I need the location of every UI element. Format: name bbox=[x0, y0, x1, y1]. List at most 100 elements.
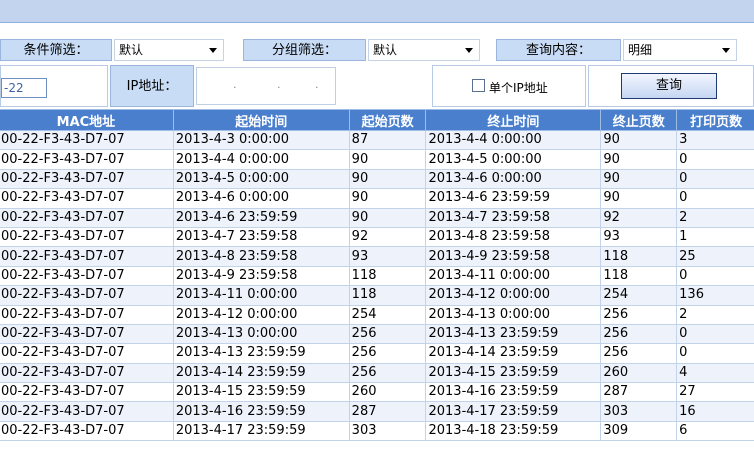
cell-end-time: 2013-4-7 23:59:58 bbox=[425, 207, 602, 228]
ip-label: IP地址： bbox=[110, 65, 194, 107]
cell-mac: 00-22-F3-43-D7-07 bbox=[0, 246, 174, 267]
cell-mac: 00-22-F3-43-D7-07 bbox=[0, 129, 174, 151]
cell-start-time: 2013-4-3 0:00:00 bbox=[172, 129, 350, 151]
cell-start-pages: 118 bbox=[348, 265, 427, 287]
cell-start-pages: 118 bbox=[348, 285, 427, 306]
cell-end-time: 2013-4-9 23:59:58 bbox=[425, 246, 602, 267]
cell-mac: 00-22-F3-43-D7-07 bbox=[0, 285, 174, 306]
cell-start-pages: 254 bbox=[348, 304, 427, 325]
table-row[interactable]: 00-22-F3-43-D7-07 2013-4-13 0:00:00 256 201… bbox=[0, 323, 754, 345]
top-banner bbox=[0, 0, 754, 23]
col-header-start-pages[interactable]: 起始页数 bbox=[348, 109, 427, 131]
cell-end-pages: 309 bbox=[600, 420, 678, 442]
cell-end-time: 2013-4-14 23:59:59 bbox=[425, 343, 602, 364]
condition-filter-select[interactable]: 默认 bbox=[114, 39, 224, 61]
ip-address-input[interactable]: . . . bbox=[196, 67, 336, 105]
cell-start-time: 2013-4-17 23:59:59 bbox=[172, 420, 350, 442]
cell-printed-pages: 0 bbox=[676, 188, 754, 209]
cell-start-time: 2013-4-13 23:59:59 bbox=[172, 343, 350, 364]
cell-start-pages: 303 bbox=[348, 420, 427, 442]
cell-end-time: 2013-4-6 23:59:59 bbox=[425, 188, 602, 209]
col-header-end-time[interactable]: 终止时间 bbox=[425, 109, 602, 131]
cell-start-pages: 90 bbox=[348, 188, 427, 209]
ip-separator: . bbox=[277, 78, 281, 91]
cell-printed-pages: 0 bbox=[676, 149, 754, 170]
cell-start-pages: 256 bbox=[348, 343, 427, 364]
cell-start-time: 2013-4-6 23:59:59 bbox=[172, 207, 350, 228]
table-row[interactable]: 00-22-F3-43-D7-07 2013-4-8 23:59:58 93 2013… bbox=[0, 246, 754, 267]
cell-start-pages: 93 bbox=[348, 246, 427, 267]
table-row[interactable]: 00-22-F3-43-D7-07 2013-4-17 23:59:59 303 20… bbox=[0, 420, 754, 442]
cell-start-time: 2013-4-13 0:00:00 bbox=[172, 323, 350, 345]
table-row[interactable]: 00-22-F3-43-D7-07 2013-4-9 23:59:58 118 201… bbox=[0, 265, 754, 287]
cell-end-pages: 90 bbox=[600, 149, 678, 170]
cell-start-time: 2013-4-5 0:00:00 bbox=[172, 168, 350, 190]
cell-printed-pages: 0 bbox=[676, 265, 754, 287]
cell-end-time: 2013-4-12 0:00:00 bbox=[425, 285, 602, 306]
single-ip-checkbox[interactable] bbox=[472, 79, 485, 92]
col-header-mac[interactable]: MAC地址 bbox=[0, 109, 174, 131]
cell-mac: 00-22-F3-43-D7-07 bbox=[0, 188, 174, 209]
cell-end-time: 2013-4-17 23:59:59 bbox=[425, 401, 602, 422]
cell-printed-pages: 16 bbox=[676, 401, 754, 422]
cell-end-pages: 90 bbox=[600, 168, 678, 190]
table-row[interactable]: 00-22-F3-43-D7-07 2013-4-16 23:59:59 287 20… bbox=[0, 401, 754, 422]
condition-filter-label: 条件筛选： bbox=[0, 39, 112, 61]
cell-end-time: 2013-4-13 23:59:59 bbox=[425, 323, 602, 345]
table-row[interactable]: 00-22-F3-43-D7-07 2013-4-11 0:00:00 118 201… bbox=[0, 285, 754, 306]
cell-end-time: 2013-4-18 23:59:59 bbox=[425, 420, 602, 442]
cell-start-pages: 87 bbox=[348, 129, 427, 151]
cell-mac: 00-22-F3-43-D7-07 bbox=[0, 382, 174, 403]
cell-end-pages: 93 bbox=[600, 226, 678, 248]
cell-start-pages: 256 bbox=[348, 323, 427, 345]
cell-end-time: 2013-4-15 23:59:59 bbox=[425, 362, 602, 384]
table-row[interactable]: 00-22-F3-43-D7-07 2013-4-12 0:00:00 254 201… bbox=[0, 304, 754, 325]
cell-printed-pages: 1 bbox=[676, 226, 754, 248]
cell-printed-pages: 0 bbox=[676, 168, 754, 190]
cell-start-time: 2013-4-15 23:59:59 bbox=[172, 382, 350, 403]
cell-mac: 00-22-F3-43-D7-07 bbox=[0, 226, 174, 248]
cell-end-pages: 90 bbox=[600, 129, 678, 151]
cell-mac: 00-22-F3-43-D7-07 bbox=[0, 343, 174, 364]
cell-printed-pages: 0 bbox=[676, 323, 754, 345]
cell-mac: 00-22-F3-43-D7-07 bbox=[0, 401, 174, 422]
table-row[interactable]: 00-22-F3-43-D7-07 2013-4-6 23:59:59 90 2013… bbox=[0, 207, 754, 228]
table-row[interactable]: 00-22-F3-43-D7-07 2013-4-13 23:59:59 256 20… bbox=[0, 343, 754, 364]
group-filter-select[interactable]: 默认 bbox=[368, 39, 480, 61]
table-header-row: MAC地址 起始时间 起始页数 终止时间 终止页数 打印页数 bbox=[0, 109, 754, 131]
cell-end-pages: 118 bbox=[600, 265, 678, 287]
table-row[interactable]: 00-22-F3-43-D7-07 2013-4-6 0:00:00 90 2013-… bbox=[0, 188, 754, 209]
chevron-down-icon bbox=[209, 48, 217, 53]
cell-end-time: 2013-4-4 0:00:00 bbox=[425, 129, 602, 151]
cell-mac: 00-22-F3-43-D7-07 bbox=[0, 168, 174, 190]
cell-end-pages: 256 bbox=[600, 343, 678, 364]
cell-start-pages: 92 bbox=[348, 226, 427, 248]
condition-filter-value: 默认 bbox=[119, 43, 144, 57]
cell-start-time: 2013-4-8 23:59:58 bbox=[172, 246, 350, 267]
cell-start-pages: 256 bbox=[348, 362, 427, 384]
table-row[interactable]: 00-22-F3-43-D7-07 2013-4-7 23:59:58 92 2013… bbox=[0, 226, 754, 248]
cell-start-time: 2013-4-9 23:59:58 bbox=[172, 265, 350, 287]
query-button[interactable]: 查询 bbox=[621, 73, 717, 99]
table-row[interactable]: 00-22-F3-43-D7-07 2013-4-14 23:59:59 256 20… bbox=[0, 362, 754, 384]
table-row[interactable]: 00-22-F3-43-D7-07 2013-4-5 0:00:00 90 2013-… bbox=[0, 168, 754, 190]
cell-start-time: 2013-4-16 23:59:59 bbox=[172, 401, 350, 422]
mac-input[interactable]: -22 bbox=[1, 78, 47, 98]
query-content-label: 查询内容： bbox=[496, 39, 621, 61]
group-filter-label: 分组筛选： bbox=[243, 39, 366, 61]
table-row[interactable]: 00-22-F3-43-D7-07 2013-4-4 0:00:00 90 2013-… bbox=[0, 149, 754, 170]
col-header-start-time[interactable]: 起始时间 bbox=[172, 109, 350, 131]
cell-end-pages: 287 bbox=[600, 382, 678, 403]
table-row[interactable]: 00-22-F3-43-D7-07 2013-4-15 23:59:59 260 20… bbox=[0, 382, 754, 403]
cell-start-time: 2013-4-4 0:00:00 bbox=[172, 149, 350, 170]
col-header-end-pages[interactable]: 终止页数 bbox=[600, 109, 678, 131]
query-content-select[interactable]: 明细 bbox=[623, 39, 737, 61]
col-header-printed-pages[interactable]: 打印页数 bbox=[676, 109, 754, 131]
mac-cell: -22 bbox=[0, 65, 108, 107]
table-row[interactable]: 00-22-F3-43-D7-07 2013-4-3 0:00:00 87 2013-… bbox=[0, 129, 754, 151]
cell-printed-pages: 136 bbox=[676, 285, 754, 306]
cell-end-pages: 118 bbox=[600, 246, 678, 267]
cell-end-time: 2013-4-6 0:00:00 bbox=[425, 168, 602, 190]
cell-start-pages: 90 bbox=[348, 168, 427, 190]
query-content-value: 明细 bbox=[628, 43, 653, 57]
